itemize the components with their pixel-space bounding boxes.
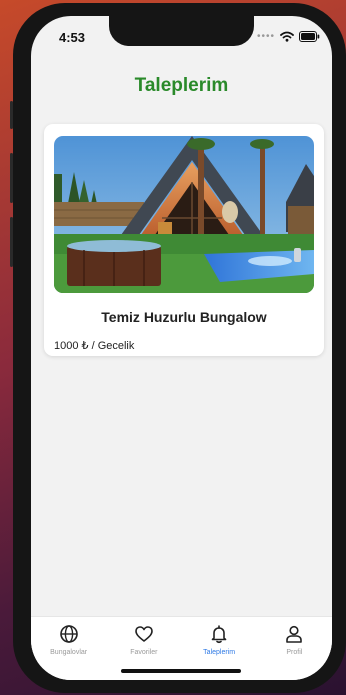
- person-icon: [286, 625, 303, 643]
- bell-icon: [211, 625, 227, 644]
- listing-card[interactable]: Temiz Huzurlu Bungalow 1000 ₺ / Gecelik: [44, 124, 324, 356]
- heart-icon: [135, 626, 153, 642]
- tab-profil[interactable]: Profil: [257, 617, 332, 680]
- wifi-icon: [280, 31, 294, 42]
- battery-icon: [299, 31, 320, 42]
- notch: [109, 16, 254, 46]
- tab-label: Profil: [286, 649, 303, 656]
- tab-label: Favoriler: [130, 649, 158, 656]
- status-time: 4:53: [59, 30, 86, 45]
- header: Taleplerim: [31, 60, 332, 112]
- page-title: Taleplerim: [134, 75, 229, 96]
- tab-bungalovlar[interactable]: Bungalovlar: [31, 617, 106, 680]
- signal-dots-icon: ••••: [256, 31, 275, 42]
- bungalow-photo: [54, 136, 314, 293]
- app-screen: 4:53 •••• Taleplerim Temiz Huzurlu Bunga…: [31, 16, 332, 680]
- globe-icon: [59, 625, 78, 643]
- side-button: [10, 217, 13, 267]
- status-icons: ••••: [257, 31, 320, 42]
- side-button: [10, 101, 13, 129]
- listing-title: Temiz Huzurlu Bungalow: [101, 309, 267, 325]
- side-button: [10, 153, 13, 203]
- listing-image: [54, 136, 314, 293]
- listing-price: 1000 ₺ / Gecelik: [54, 340, 135, 352]
- tab-label: Bungalovlar: [50, 649, 88, 656]
- home-indicator[interactable]: [121, 669, 241, 673]
- tab-label: Taleplerim: [203, 649, 236, 656]
